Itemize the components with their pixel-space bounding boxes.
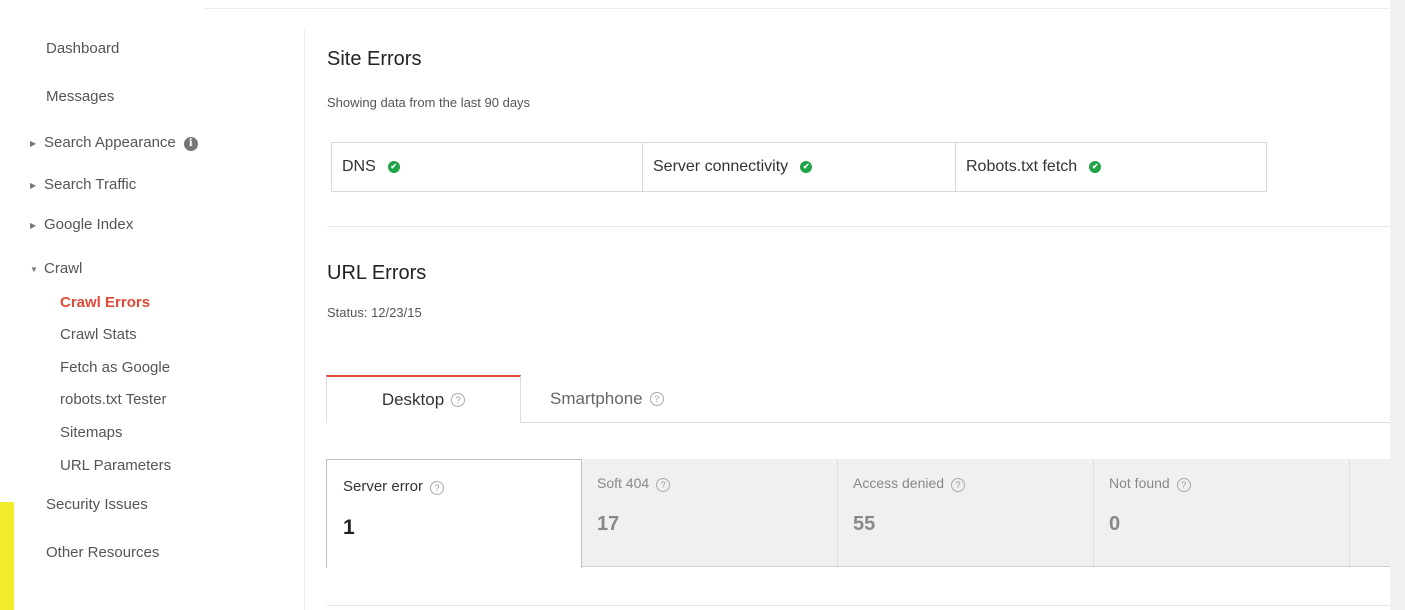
collapsed-arrow-icon: ▶ <box>30 138 37 148</box>
help-icon[interactable]: ? <box>451 393 466 407</box>
metric-value: 17 <box>597 513 620 535</box>
sidebar-item-google-index[interactable]: ▶ Google Index <box>30 216 133 233</box>
expanded-arrow-icon: ▼ <box>30 264 38 274</box>
sidebar-divider <box>304 30 305 610</box>
check-icon: ✔ <box>387 161 400 173</box>
bottom-divider <box>327 605 1390 606</box>
sidebar-item-label: Search Appearance <box>44 134 176 151</box>
status-cell-server-connectivity[interactable]: Server connectivity ✔ <box>642 143 955 191</box>
right-edge-scrollbar[interactable] <box>1390 0 1405 610</box>
metric-label: Not found <box>1109 475 1170 491</box>
sidebar-item-robots-tester[interactable]: robots.txt Tester <box>60 391 166 408</box>
sidebar-item-crawl-errors[interactable]: Crawl Errors <box>60 294 150 311</box>
url-errors-title: URL Errors <box>327 262 427 284</box>
metric-not-found[interactable]: Not found? 0 <box>1094 459 1350 566</box>
metric-value: 55 <box>853 513 876 535</box>
top-divider <box>205 8 1390 9</box>
metric-label: Soft 404 <box>597 475 650 491</box>
tab-label: Desktop <box>381 390 445 409</box>
status-cell-dns[interactable]: DNS ✔ <box>332 143 642 191</box>
sidebar-item-dashboard[interactable]: Dashboard <box>46 40 119 57</box>
sidebar-item-label: Search Traffic <box>44 176 137 193</box>
collapsed-arrow-icon: ▶ <box>30 180 37 190</box>
sidebar-item-crawl[interactable]: ▼ Crawl <box>30 260 82 277</box>
metric-server-error[interactable]: Server error? 1 <box>326 459 582 568</box>
metric-label: Server error <box>343 478 424 495</box>
sidebar-item-url-parameters[interactable]: URL Parameters <box>60 457 171 474</box>
sidebar-item-search-appearance[interactable]: ▶ Search Appearance i <box>30 134 198 151</box>
help-icon[interactable]: ? <box>1176 478 1191 492</box>
help-icon[interactable]: ? <box>430 481 445 495</box>
metric-access-denied[interactable]: Access denied? 55 <box>838 459 1094 566</box>
sidebar-item-security-issues[interactable]: Security Issues <box>46 496 148 513</box>
collapsed-arrow-icon: ▶ <box>30 220 37 230</box>
tab-smartphone[interactable]: Smartphone ? <box>550 375 664 423</box>
sidebar-item-label: Google Index <box>44 216 134 233</box>
sidebar-item-other-resources[interactable]: Other Resources <box>46 544 159 561</box>
section-divider <box>327 226 1390 227</box>
sidebar-item-crawl-stats[interactable]: Crawl Stats <box>60 326 137 343</box>
metric-label: Access denied <box>853 475 945 491</box>
status-label: Robots.txt fetch <box>966 158 1078 175</box>
check-icon: ✔ <box>1089 161 1102 173</box>
tab-desktop[interactable]: Desktop ? <box>326 375 521 423</box>
sidebar-item-sitemaps[interactable]: Sitemaps <box>60 424 123 441</box>
site-errors-status-table: DNS ✔ Server connectivity ✔ Robots.txt f… <box>331 142 1267 192</box>
help-icon[interactable]: ? <box>951 478 966 492</box>
check-icon: ✔ <box>800 161 813 173</box>
info-icon[interactable]: i <box>183 137 198 151</box>
sidebar-item-messages[interactable]: Messages <box>46 88 114 105</box>
status-cell-robots-fetch[interactable]: Robots.txt fetch ✔ <box>955 143 1266 191</box>
sidebar-item-label: Crawl <box>44 260 83 277</box>
tab-label: Smartphone <box>550 389 643 408</box>
sidebar-nav: Dashboard Messages ▶ Search Appearance i ▶… <box>0 0 300 610</box>
site-errors-subtitle: Showing data from the last 90 days <box>327 95 531 110</box>
status-label: Server connectivity <box>653 158 789 175</box>
url-errors-status: Status: 12/23/15 <box>327 305 422 320</box>
metric-divider <box>1349 459 1350 566</box>
help-icon[interactable]: ? <box>656 478 671 492</box>
sidebar-item-fetch-as-google[interactable]: Fetch as Google <box>60 359 170 376</box>
metric-value: 0 <box>1109 513 1121 535</box>
site-errors-title: Site Errors <box>327 48 422 70</box>
sidebar-item-search-traffic[interactable]: ▶ Search Traffic <box>30 176 136 193</box>
help-icon[interactable]: ? <box>649 392 664 406</box>
metric-value: 1 <box>343 516 355 539</box>
metric-soft-404[interactable]: Soft 404? 17 <box>582 459 838 566</box>
status-label: DNS <box>342 158 376 175</box>
